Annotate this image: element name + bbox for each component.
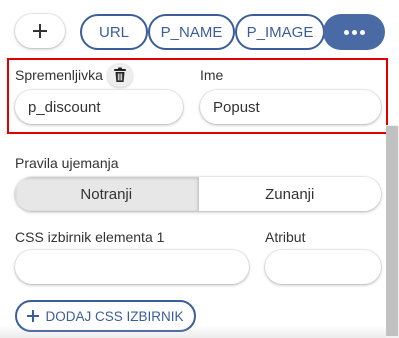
matching-rule-external[interactable]: Zunanji bbox=[197, 177, 381, 211]
bottom-fade bbox=[0, 326, 386, 338]
variable-chip-p-image[interactable]: P_IMAGE bbox=[235, 14, 325, 50]
variable-editor-panel: URL P_NAME P_IMAGE Spremenljivka Ime p_d… bbox=[0, 0, 399, 338]
variable-chip-bar: URL P_NAME P_IMAGE bbox=[0, 0, 399, 58]
add-css-selector-label: DODAJ CSS IZBIRNIK bbox=[45, 308, 184, 324]
matching-rules-label: Pravila ujemanja bbox=[15, 155, 119, 171]
variable-chip-p-name[interactable]: P_NAME bbox=[148, 14, 235, 50]
name-label: Ime bbox=[200, 67, 224, 83]
css-selector-label: CSS izbirnik elementa 1 bbox=[15, 229, 165, 245]
delete-variable-button[interactable] bbox=[107, 63, 133, 87]
scrollbar-thumb[interactable] bbox=[386, 126, 398, 336]
css-selector-input[interactable] bbox=[15, 250, 249, 284]
variable-label: Spremenljivka bbox=[15, 67, 103, 83]
variable-input[interactable]: p_discount bbox=[15, 90, 183, 124]
name-input[interactable]: Popust bbox=[200, 90, 381, 124]
trash-icon bbox=[114, 67, 126, 82]
matching-rules-toggle: Notranji Zunanji bbox=[15, 177, 381, 211]
plus-icon bbox=[27, 310, 40, 322]
add-variable-button[interactable] bbox=[15, 14, 65, 48]
plus-icon bbox=[33, 24, 47, 38]
matching-rule-internal[interactable]: Notranji bbox=[15, 177, 198, 211]
more-variables-button[interactable] bbox=[323, 14, 385, 50]
more-horizontal-icon bbox=[343, 29, 365, 35]
variable-chip-url[interactable]: URL bbox=[80, 14, 148, 50]
attribute-input[interactable] bbox=[265, 250, 381, 284]
attribute-label: Atribut bbox=[265, 229, 306, 245]
